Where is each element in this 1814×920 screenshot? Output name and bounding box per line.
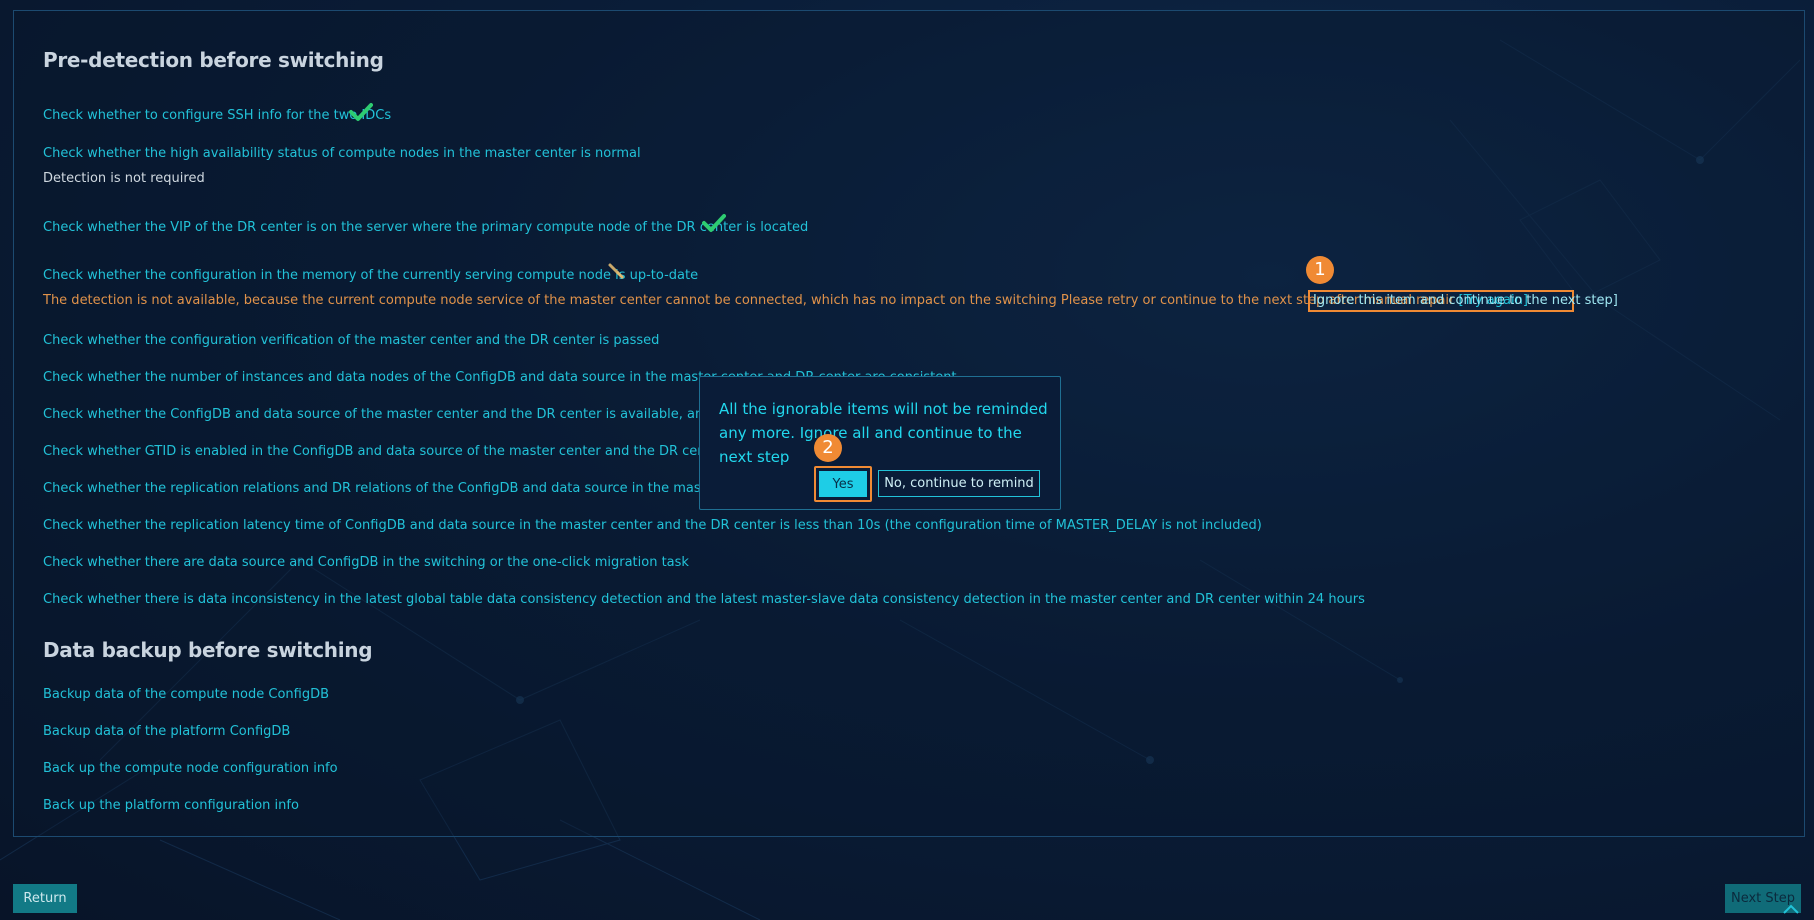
yes-button[interactable]: Yes bbox=[819, 471, 867, 497]
section-title-pre-detection: Pre-detection before switching bbox=[43, 48, 384, 72]
check-high-availability: Check whether the high availability stat… bbox=[43, 146, 641, 161]
section-title-data-backup: Data backup before switching bbox=[43, 638, 373, 662]
check-icon bbox=[349, 103, 373, 121]
check-migration-task: Check whether there are data source and … bbox=[43, 555, 689, 570]
step-badge-1: 1 bbox=[1306, 256, 1334, 284]
check-icon bbox=[702, 214, 726, 232]
check-config-verification: Check whether the configuration verifica… bbox=[43, 333, 660, 348]
no-continue-remind-button[interactable]: No, continue to remind bbox=[878, 470, 1040, 497]
step-badge-2: 2 bbox=[814, 434, 842, 462]
yes-button-highlight: Yes bbox=[814, 466, 872, 502]
check-replication-relations: Check whether the replication relations … bbox=[43, 481, 812, 496]
ignore-item-link[interactable]: Ignore this item and continue to the nex… bbox=[1308, 290, 1618, 312]
popup-message: All the ignorable items will not be remi… bbox=[719, 400, 1048, 466]
backup-node-config-info: Back up the compute node configuration i… bbox=[43, 761, 338, 776]
backup-platform-configdb: Backup data of the platform ConfigDB bbox=[43, 724, 291, 739]
detection-not-required-note: Detection is not required bbox=[43, 171, 205, 186]
check-ssh-info: Check whether to configure SSH info for … bbox=[43, 108, 392, 123]
check-replication-latency: Check whether the replication latency ti… bbox=[43, 518, 1262, 533]
check-memory-config: Check whether the configuration in the m… bbox=[43, 268, 699, 283]
backup-node-configdb: Backup data of the compute node ConfigDB bbox=[43, 687, 330, 702]
warning-text: The detection is not available, because … bbox=[43, 293, 1459, 308]
backup-platform-config-info: Back up the platform configuration info bbox=[43, 798, 299, 813]
memory-detection-warning: The detection is not available, because … bbox=[43, 293, 1528, 308]
broom-icon bbox=[608, 263, 624, 279]
return-button[interactable]: Return bbox=[13, 884, 77, 913]
chevron-up-icon[interactable] bbox=[1782, 903, 1800, 915]
check-dr-vip: Check whether the VIP of the DR center i… bbox=[43, 220, 809, 235]
check-gtid-enabled: Check whether GTID is enabled in the Con… bbox=[43, 444, 724, 459]
check-data-inconsistency: Check whether there is data inconsistenc… bbox=[43, 592, 1365, 607]
